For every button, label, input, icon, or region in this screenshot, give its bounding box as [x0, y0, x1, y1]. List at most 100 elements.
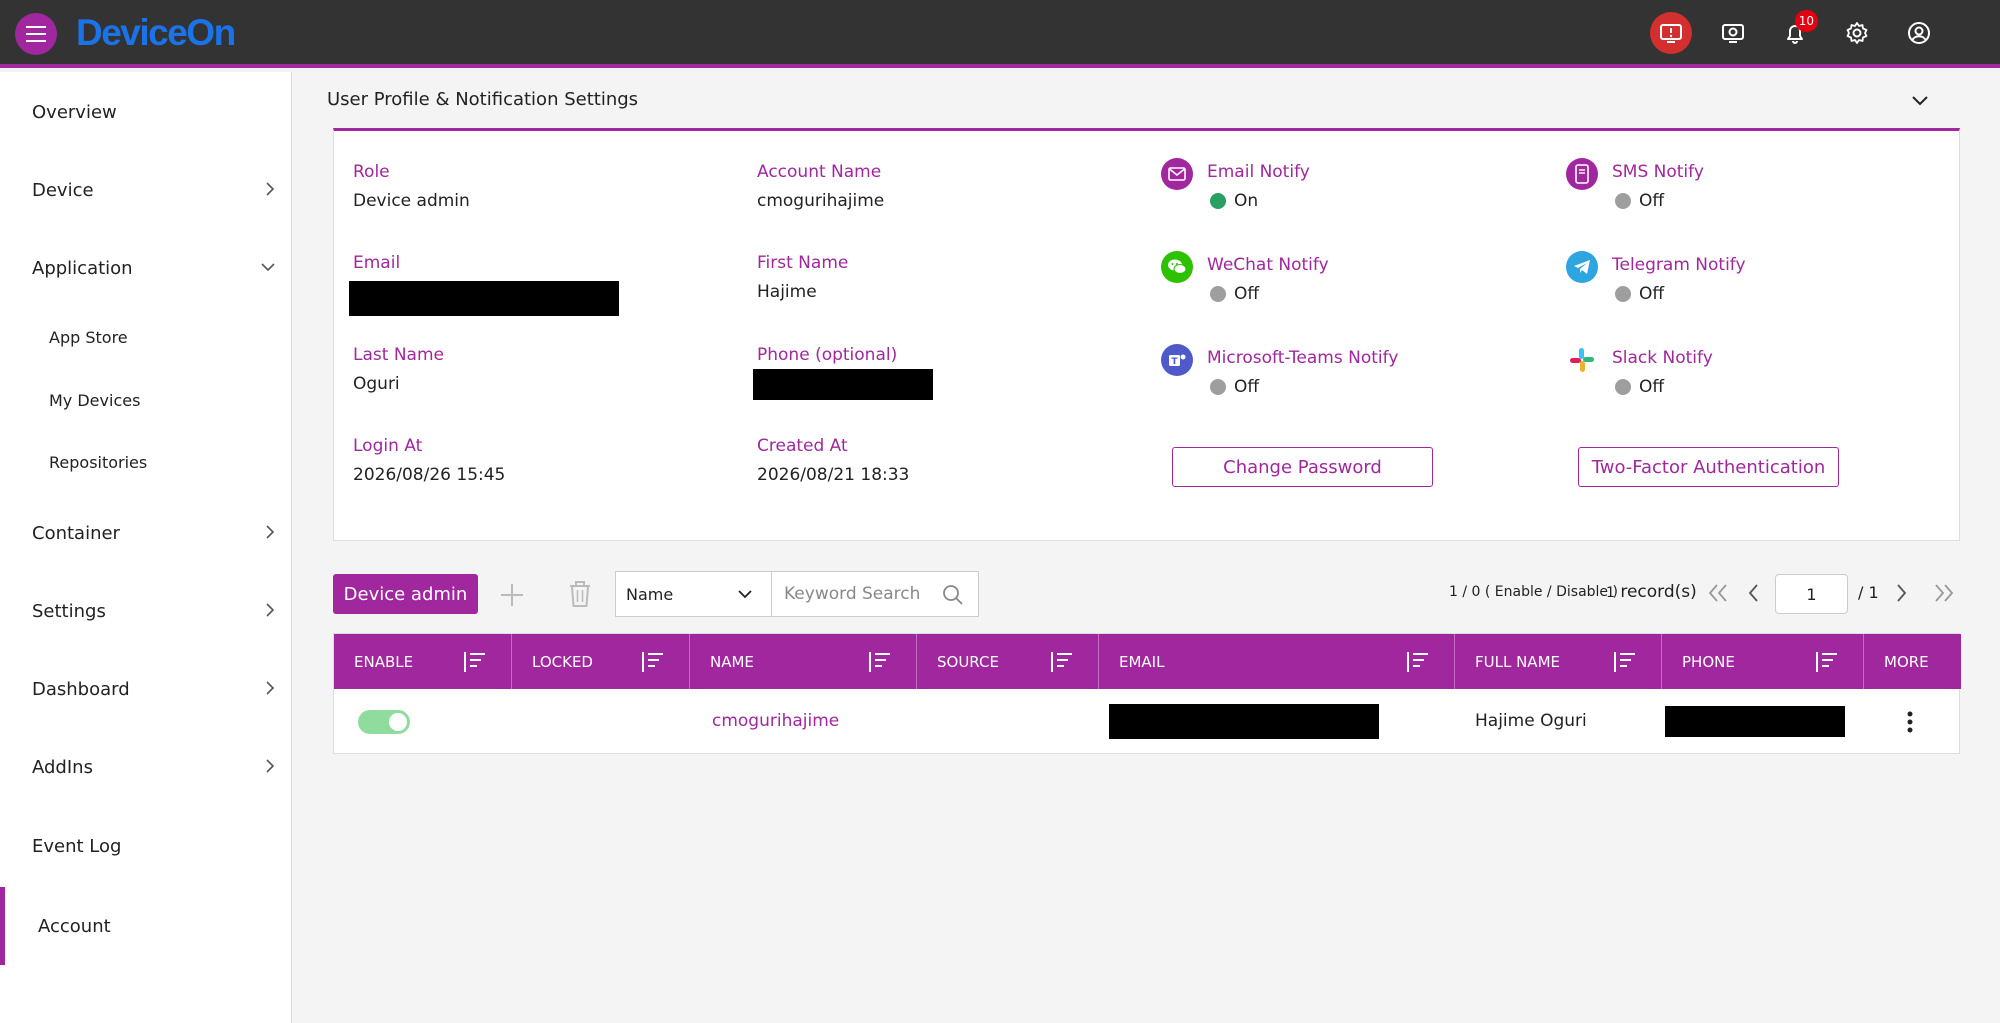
telegram-notify-status[interactable]: Off — [1615, 284, 1664, 304]
sidebar-item-dashboard[interactable]: Dashboard — [0, 659, 292, 719]
first-page-icon[interactable] — [1706, 582, 1732, 604]
next-page-icon[interactable] — [1892, 582, 1910, 604]
sidebar-item-label: Settings — [32, 600, 106, 622]
sort-icon[interactable] — [1404, 650, 1430, 674]
two-factor-auth-button[interactable]: Two-Factor Authentication — [1578, 447, 1839, 487]
sms-notify-status[interactable]: Off — [1615, 191, 1664, 211]
top-bar: DeviceOn 10 — [0, 0, 2000, 68]
wechat-notify-label: WeChat Notify — [1207, 255, 1329, 275]
telegram-notify-icon — [1566, 251, 1598, 283]
phone-label: Phone (optional) — [757, 345, 898, 365]
sidebar-item-container[interactable]: Container — [0, 503, 292, 563]
change-password-button[interactable]: Change Password — [1172, 447, 1433, 487]
sidebar-item-app-store[interactable]: App Store — [0, 312, 292, 362]
email-redacted — [349, 281, 619, 316]
account-name-label: Account Name — [757, 162, 882, 182]
email-notify-label: Email Notify — [1207, 162, 1310, 182]
record-count: 1 record(s) — [1606, 582, 1697, 602]
column-header-full-name: FULL NAME — [1455, 634, 1662, 689]
email-notify-icon — [1161, 158, 1193, 190]
profile-card: Role Device admin Email Last Name Oguri … — [333, 128, 1960, 541]
sort-icon[interactable] — [639, 650, 665, 674]
sms-notify-label: SMS Notify — [1612, 162, 1704, 182]
section-title: User Profile & Notification Settings — [327, 89, 639, 110]
enable-toggle[interactable] — [358, 710, 410, 734]
alert-monitor-icon[interactable] — [1650, 12, 1692, 54]
telegram-notify-label: Telegram Notify — [1612, 255, 1746, 275]
sort-icon[interactable] — [1813, 650, 1839, 674]
column-header-email: EMAIL — [1099, 634, 1455, 689]
sort-icon[interactable] — [1048, 650, 1074, 674]
keyword-search — [771, 571, 979, 617]
email-notify-status[interactable]: On — [1210, 191, 1258, 211]
sms-notify-icon — [1566, 158, 1598, 190]
chevron-down-icon[interactable] — [1910, 94, 1930, 108]
sidebar-item-label: Device — [32, 179, 94, 201]
sidebar-item-label: Repositories — [49, 452, 148, 472]
row-email-redacted — [1109, 704, 1379, 739]
column-header-locked: LOCKED — [512, 634, 690, 689]
teams-notify-icon: T — [1161, 344, 1193, 376]
hamburger-menu-icon[interactable] — [15, 13, 57, 55]
sidebar-item-device[interactable]: Device — [0, 160, 292, 220]
login-at-label: Login At — [353, 436, 423, 456]
chevron-right-icon — [266, 525, 275, 539]
sort-icon[interactable] — [1611, 650, 1637, 674]
sidebar-item-settings[interactable]: Settings — [0, 581, 292, 641]
user-icon[interactable] — [1898, 12, 1940, 54]
slack-notify-status[interactable]: Off — [1615, 377, 1664, 397]
row-full-name: Hajime Oguri — [1475, 711, 1587, 731]
chevron-right-icon — [266, 681, 275, 695]
created-at-value: 2026/08/21 18:33 — [757, 465, 910, 485]
teams-notify-label: Microsoft-Teams Notify — [1207, 348, 1399, 368]
sidebar: Overview Device Application App Store My… — [0, 72, 292, 1023]
last-name-label: Last Name — [353, 345, 444, 365]
sidebar-item-application[interactable]: Application — [0, 238, 292, 298]
trash-icon[interactable] — [568, 580, 592, 608]
sidebar-item-event-log[interactable]: Event Log — [0, 816, 292, 876]
sort-icon[interactable] — [866, 650, 892, 674]
sidebar-item-label: Event Log — [32, 835, 122, 857]
wechat-notify-status[interactable]: Off — [1210, 284, 1259, 304]
sidebar-item-repositories[interactable]: Repositories — [0, 437, 292, 487]
role-label: Role — [353, 162, 390, 182]
filter-field-select[interactable]: Name — [615, 571, 772, 617]
sidebar-item-my-devices[interactable]: My Devices — [0, 375, 292, 425]
first-name-label: First Name — [757, 253, 849, 273]
app-logo: DeviceOn — [76, 12, 236, 53]
prev-page-icon[interactable] — [1745, 582, 1763, 604]
page-number-input[interactable] — [1775, 574, 1848, 614]
sidebar-item-label: App Store — [49, 327, 128, 347]
account-name-link[interactable]: cmogurihajime — [712, 711, 839, 731]
column-header-more: MORE — [1884, 652, 1929, 671]
last-page-icon[interactable] — [1930, 582, 1956, 604]
enable-disable-summary: 1 / 0 ( Enable / Disable ) — [1449, 584, 1618, 600]
filter-field-value: Name — [626, 584, 674, 604]
gear-icon[interactable] — [1836, 12, 1878, 54]
sidebar-item-label: Application — [32, 257, 133, 279]
sidebar-item-overview[interactable]: Overview — [0, 82, 292, 142]
email-label: Email — [353, 253, 401, 273]
chevron-right-icon — [266, 603, 275, 617]
column-header-enable: ENABLE — [334, 634, 512, 689]
bell-icon[interactable]: 10 — [1774, 10, 1818, 54]
slack-notify-icon — [1566, 344, 1598, 376]
account-name-value: cmogurihajime — [757, 191, 885, 211]
add-icon[interactable] — [499, 582, 525, 608]
first-name-value: Hajime — [757, 282, 817, 302]
sidebar-item-account[interactable]: Account — [0, 887, 292, 965]
column-header-source: SOURCE — [917, 634, 1099, 689]
keyword-search-input[interactable] — [772, 584, 932, 604]
teams-notify-status[interactable]: Off — [1210, 377, 1259, 397]
remote-desktop-icon[interactable] — [1712, 12, 1754, 54]
sort-icon[interactable] — [461, 650, 487, 674]
row-phone-redacted — [1665, 706, 1845, 737]
sidebar-item-label: Dashboard — [32, 678, 130, 700]
chevron-right-icon — [266, 182, 275, 196]
more-options-icon[interactable] — [1906, 710, 1914, 734]
chevron-down-icon — [261, 263, 275, 272]
role-filter-button[interactable]: Device admin — [333, 574, 478, 614]
search-icon[interactable] — [942, 584, 964, 606]
sidebar-item-addins[interactable]: AddIns — [0, 737, 292, 797]
page-total: / 1 — [1858, 583, 1879, 602]
